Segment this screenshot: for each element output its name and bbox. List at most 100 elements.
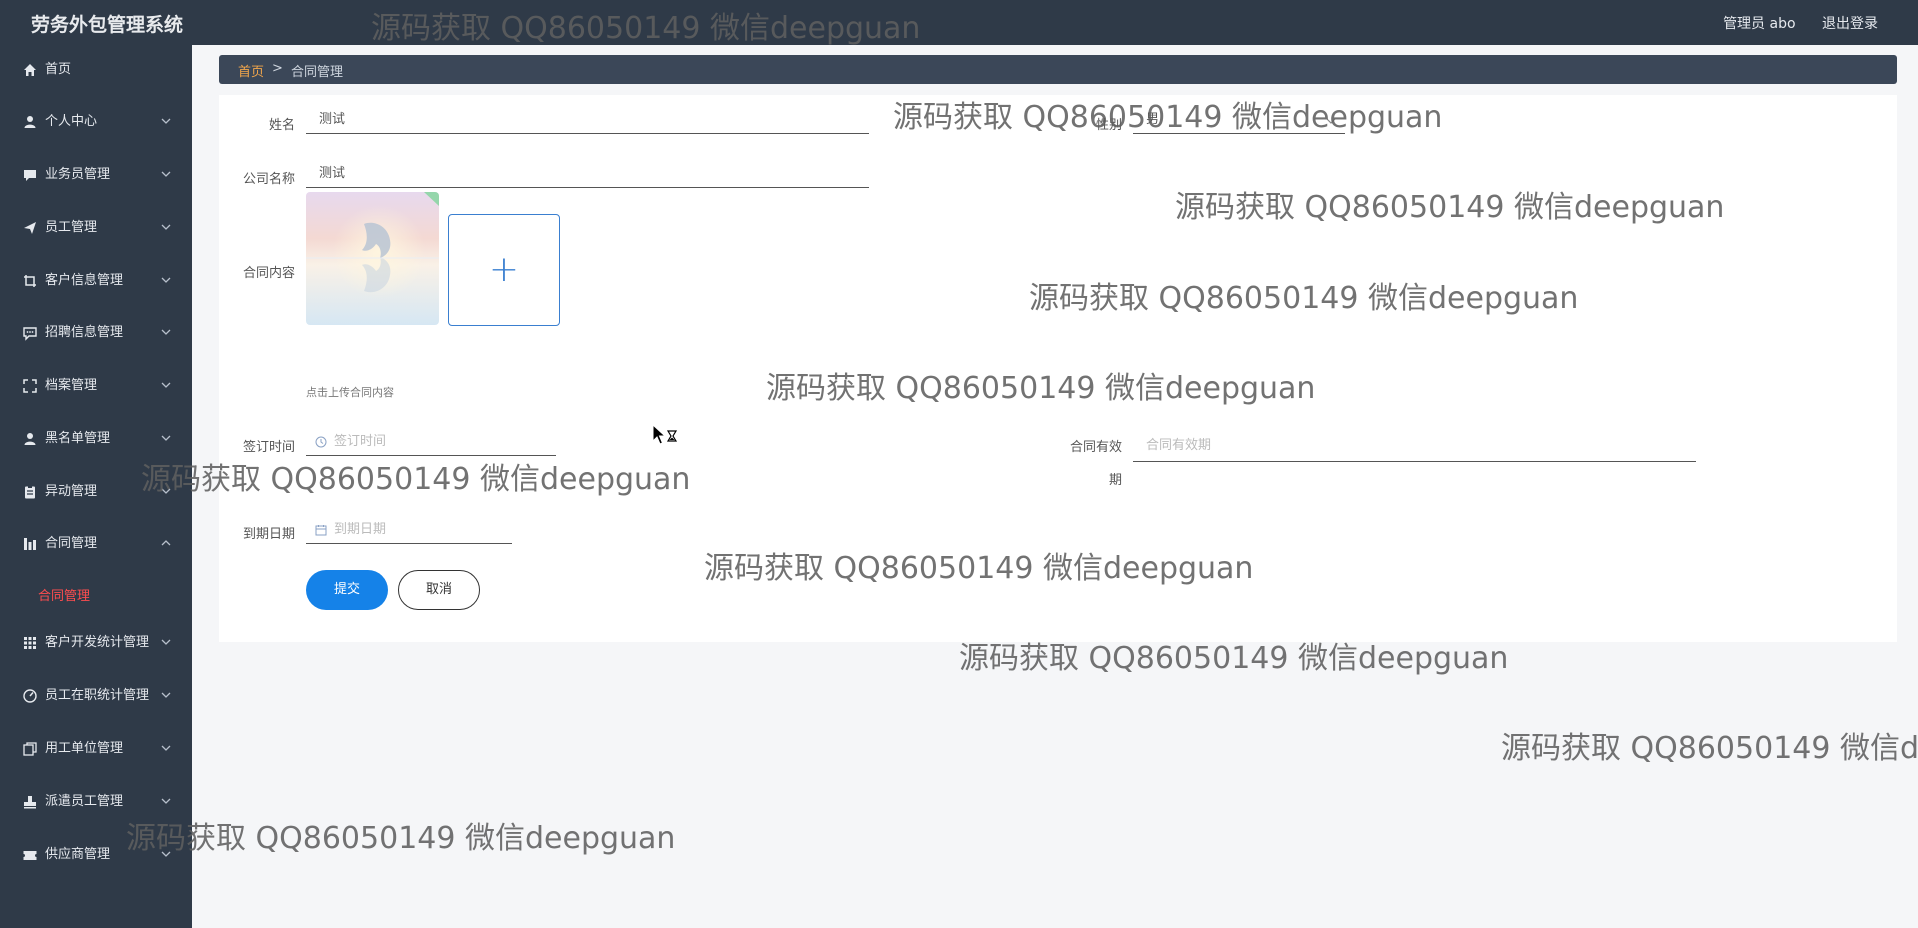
chevron-down-icon: [161, 224, 171, 230]
company-label: 公司名称: [242, 172, 295, 187]
top-bar: 劳务外包管理系统 管理员 abo 退出登录: [0, 0, 1918, 45]
chevron-down-icon: [161, 435, 171, 441]
sidebar-item-label: 档案管理: [45, 378, 98, 393]
expiry-date-label: 到期日期: [242, 527, 295, 542]
valid-period-input[interactable]: 合同有效期: [1133, 432, 1696, 462]
sidebar-item-supplier[interactable]: 供应商管理: [0, 830, 192, 882]
chevron-down-icon: [1326, 118, 1336, 124]
chevron-down-icon: [161, 329, 171, 335]
grid-icon: [24, 637, 36, 649]
sidebar-item-employee[interactable]: 员工管理: [0, 203, 192, 255]
home-icon: [24, 64, 36, 76]
chart-icon: [24, 538, 36, 550]
sidebar-item-label: 客户开发统计管理: [45, 635, 150, 650]
submit-button[interactable]: 提交: [306, 570, 388, 610]
sidebar: 首页 个人中心 业务员管理 员工管理 客户信息管理 招聘信息管理 档案管理 黑名…: [0, 45, 192, 928]
sidebar-item-customer-stats[interactable]: 客户开发统计管理: [0, 618, 192, 670]
valid-period-label-wrap: 期: [1108, 473, 1122, 488]
upload-button[interactable]: +: [448, 214, 560, 326]
sidebar-item-label: 业务员管理: [45, 167, 111, 182]
current-user-label: 管理员 abo: [1723, 16, 1796, 32]
chevron-down-icon: [161, 851, 171, 857]
crop-icon: [24, 275, 36, 287]
sidebar-item-contract[interactable]: 合同管理: [0, 519, 192, 571]
sidebar-item-label: 员工管理: [45, 220, 98, 235]
sidebar-item-dispatch[interactable]: 派遣员工管理: [0, 777, 192, 829]
sign-time-placeholder: 签订时间: [334, 434, 387, 449]
breadcrumb: 首页 > 合同管理: [219, 55, 1897, 84]
sidebar-item-salesman[interactable]: 业务员管理: [0, 150, 192, 202]
sidebar-item-label: 客户信息管理: [45, 273, 124, 288]
chevron-down-icon: [161, 118, 171, 124]
sidebar-item-home[interactable]: 首页: [0, 45, 192, 97]
chevron-down-icon: [161, 745, 171, 751]
gender-label: 性别: [1095, 118, 1122, 133]
sidebar-item-label: 首页: [45, 62, 72, 77]
expiry-date-input[interactable]: 到期日期: [306, 516, 512, 544]
chevron-down-icon: [161, 488, 171, 494]
contract-image-thumbnail[interactable]: [306, 192, 439, 325]
gauge-icon: [23, 689, 37, 703]
clipboard-icon: [25, 485, 35, 499]
sidebar-item-label: 派遣员工管理: [45, 794, 124, 809]
expiry-date-placeholder: 到期日期: [334, 522, 387, 537]
sidebar-item-employee-stats[interactable]: 员工在职统计管理: [0, 671, 192, 723]
sidebar-item-label: 用工单位管理: [45, 741, 124, 756]
sidebar-item-label: 员工在职统计管理: [45, 688, 150, 703]
frame-icon: [23, 379, 37, 393]
upload-hint: 点击上传合同内容: [306, 386, 394, 399]
sidebar-item-customer-info[interactable]: 客户信息管理: [0, 256, 192, 308]
sidebar-item-label: 异动管理: [45, 484, 98, 499]
company-input[interactable]: 测试: [306, 160, 869, 188]
top-right-area: 管理员 abo 退出登录: [1701, 13, 1878, 33]
gender-select[interactable]: 男: [1133, 106, 1345, 134]
chevron-up-icon: [161, 540, 171, 546]
sidebar-subitem-contract[interactable]: 合同管理: [0, 575, 192, 611]
sidebar-item-archive[interactable]: 档案管理: [0, 361, 192, 413]
sidebar-item-label: 个人中心: [45, 114, 98, 129]
cancel-button[interactable]: 取消: [398, 570, 480, 610]
sidebar-item-label: 黑名单管理: [45, 431, 111, 446]
app-title: 劳务外包管理系统: [31, 14, 184, 36]
sidebar-item-employer[interactable]: 用工单位管理: [0, 724, 192, 776]
busy-cursor-icon: [652, 424, 678, 445]
name-label: 姓名: [268, 118, 295, 133]
valid-period-placeholder: 合同有效期: [1146, 438, 1212, 453]
sidebar-item-personal-center[interactable]: 个人中心: [0, 97, 192, 149]
content-label: 合同内容: [242, 266, 295, 281]
sidebar-item-change[interactable]: 异动管理: [0, 467, 192, 519]
valid-period-label: 合同有效: [1069, 440, 1122, 455]
message-icon: [23, 327, 37, 341]
sidebar-item-label: 供应商管理: [45, 847, 111, 862]
sidebar-item-label: 招聘信息管理: [45, 325, 124, 340]
ticket-icon: [23, 851, 37, 860]
user-icon: [24, 433, 36, 445]
sidebar-item-label: 合同管理: [45, 536, 98, 551]
breadcrumb-current: 合同管理: [291, 65, 344, 80]
gender-select-value: 男: [1146, 112, 1160, 127]
user-icon: [24, 116, 36, 128]
copy-icon: [23, 742, 37, 756]
calendar-icon: [315, 525, 327, 536]
logout-button[interactable]: 退出登录: [1822, 16, 1878, 32]
sign-time-label: 签订时间: [242, 440, 295, 455]
chevron-down-icon: [161, 277, 171, 283]
chevron-down-icon: [161, 382, 171, 388]
chevron-down-icon: [161, 171, 171, 177]
chat-icon: [24, 170, 36, 181]
stamp-icon: [24, 796, 36, 809]
send-icon: [24, 222, 36, 234]
clock-icon: [315, 436, 327, 448]
name-input[interactable]: 测试: [306, 106, 869, 134]
breadcrumb-separator: >: [272, 61, 283, 76]
chevron-down-icon: [161, 798, 171, 804]
sidebar-item-blacklist[interactable]: 黑名单管理: [0, 414, 192, 466]
plus-icon: +: [488, 249, 520, 290]
sidebar-item-recruitment[interactable]: 招聘信息管理: [0, 308, 192, 360]
dolphin-image: [306, 192, 439, 325]
chevron-down-icon: [161, 639, 171, 645]
sign-time-input[interactable]: 签订时间: [306, 428, 556, 456]
chevron-down-icon: [161, 692, 171, 698]
sidebar-subitem-label: 合同管理: [38, 589, 91, 604]
breadcrumb-home-link[interactable]: 首页: [238, 61, 264, 80]
